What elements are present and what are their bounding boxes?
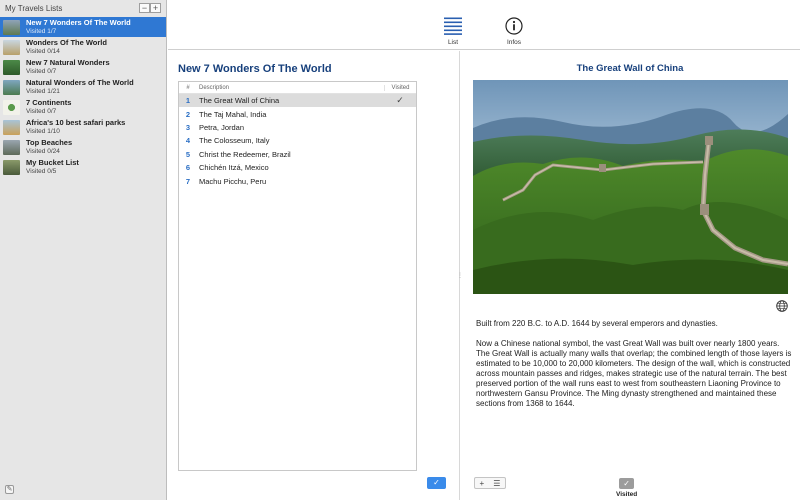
list-count: Visited 0/5	[26, 168, 57, 175]
toolbar: List Infos	[168, 0, 800, 50]
list-thumbnail	[3, 79, 20, 95]
row-number: 5	[185, 149, 191, 159]
table-row[interactable]: 7 Machu Picchu, Peru	[179, 174, 416, 187]
detail-pane: The Great Wall of China Built from 220 B…	[460, 51, 800, 500]
table-row[interactable]: 4 The Colosseum, Italy	[179, 134, 416, 147]
list-icon	[444, 16, 462, 36]
row-number: 4	[185, 136, 191, 146]
info-icon	[505, 16, 523, 36]
sidebar: My Travels Lists − + New 7 Wonders Of Th…	[0, 0, 167, 500]
travel-lists: New 7 Wonders Of The World Visited 1/7 Wo…	[0, 17, 166, 177]
visited-label: Visited	[616, 491, 638, 498]
list-thumbnail	[3, 19, 20, 35]
sidebar-item-wonders-of-the-world[interactable]: Wonders Of The World Visited 0/14	[0, 37, 166, 57]
row-description: Christ the Redeemer, Brazil	[199, 149, 291, 159]
sidebar-header: My Travels Lists − +	[0, 0, 166, 16]
list-thumbnail	[3, 119, 20, 135]
list-name: 7 Continents	[26, 98, 72, 107]
infos-label: Infos	[506, 39, 522, 46]
row-number: 7	[185, 176, 191, 186]
sidebar-item-7-continents[interactable]: 7 Continents Visited 0/7	[0, 97, 166, 117]
column-header-visited[interactable]: Visited	[384, 84, 416, 91]
list-view-button[interactable]: List	[436, 16, 470, 46]
table-row[interactable]: 6 Chichén Itzá, Mexico	[179, 161, 416, 174]
list-name: Africa's 10 best safari parks	[26, 118, 126, 127]
row-description: The Great Wall of China	[199, 96, 280, 106]
list-count: Visited 0/7	[26, 108, 57, 115]
sidebar-item-natural-wonders[interactable]: Natural Wonders of The World Visited 1/21	[0, 77, 166, 97]
column-header-number[interactable]: #	[179, 85, 197, 91]
table-row[interactable]: 3 Petra, Jordan	[179, 121, 416, 134]
sidebar-item-top-beaches[interactable]: Top Beaches Visited 0/24	[0, 137, 166, 157]
list-thumbnail	[3, 159, 20, 175]
table-row[interactable]: 1 The Great Wall of China ✓	[179, 94, 416, 108]
table-row[interactable]: 2 The Taj Mahal, India	[179, 107, 416, 120]
remove-list-button[interactable]: −	[139, 3, 150, 13]
list-count: Visited 1/10	[26, 128, 60, 135]
list-pane: New 7 Wonders Of The World # Description…	[168, 51, 456, 500]
edit-icon[interactable]: ✎	[5, 485, 14, 494]
list-name: New 7 Natural Wonders	[26, 58, 110, 67]
list-thumbnail	[3, 59, 20, 75]
list-name: Natural Wonders of The World	[26, 78, 134, 87]
wonders-table: # Description Visited 1 The Great Wall o…	[178, 81, 417, 471]
list-name: My Bucket List	[26, 158, 79, 167]
table-header: # Description Visited	[179, 82, 416, 94]
visited-check-icon[interactable]: ✓	[619, 478, 635, 489]
list-title: New 7 Wonders Of The World	[178, 63, 332, 75]
list-thumbnail	[3, 99, 20, 115]
list-name: Top Beaches	[26, 138, 73, 147]
row-number: 1	[185, 96, 191, 106]
sidebar-title: My Travels Lists	[5, 3, 63, 13]
list-thumbnail	[3, 39, 20, 55]
row-description: Machu Picchu, Peru	[199, 176, 267, 186]
row-description: The Taj Mahal, India	[199, 109, 267, 119]
row-description: Chichén Itzá, Mexico	[199, 163, 269, 173]
visited-check-icon[interactable]: ✓	[384, 95, 416, 106]
list-name: Wonders Of The World	[26, 38, 107, 47]
column-header-description[interactable]: Description	[197, 85, 384, 91]
wonder-description: Built from 220 B.C. to A.D. 1644 by seve…	[476, 319, 794, 419]
table-row[interactable]: 5 Christ the Redeemer, Brazil	[179, 148, 416, 161]
list-count: Visited 0/24	[26, 148, 60, 155]
list-count: Visited 1/7	[26, 28, 57, 35]
row-description: Petra, Jordan	[199, 122, 245, 132]
great-wall-photo	[473, 80, 788, 294]
visited-toggle[interactable]: ✓ Visited	[616, 478, 637, 498]
sidebar-item-new-7-natural-wonders[interactable]: New 7 Natural Wonders Visited 0/7	[0, 57, 166, 77]
list-count: Visited 1/21	[26, 88, 60, 95]
add-icon[interactable]: +	[480, 479, 485, 488]
add-list-button[interactable]: +	[150, 3, 161, 13]
description-summary: Built from 220 B.C. to A.D. 1644 by seve…	[476, 319, 718, 328]
sidebar-item-my-bucket-list[interactable]: My Bucket List Visited 0/5	[0, 157, 166, 177]
mark-visited-button[interactable]: ✓	[427, 477, 446, 489]
row-number: 2	[185, 109, 191, 119]
menu-icon[interactable]: ☰	[493, 479, 500, 488]
row-number: 6	[185, 163, 191, 173]
list-count: Visited 0/14	[26, 48, 60, 55]
row-number: 3	[185, 122, 191, 132]
description-body: Now a Chinese national symbol, the vast …	[476, 339, 792, 408]
row-description: The Colosseum, Italy	[199, 136, 270, 146]
infos-button[interactable]: Infos	[497, 16, 531, 46]
detail-title: The Great Wall of China	[576, 63, 684, 74]
list-name: New 7 Wonders Of The World	[26, 18, 131, 27]
list-count: Visited 0/7	[26, 68, 57, 75]
sidebar-item-new-7-wonders[interactable]: New 7 Wonders Of The World Visited 1/7	[0, 17, 166, 37]
sidebar-buttons: − +	[139, 3, 161, 13]
sidebar-item-africa-safari-parks[interactable]: Africa's 10 best safari parks Visited 1/1…	[0, 117, 166, 137]
list-view-label: List	[447, 39, 459, 46]
add-menu-control[interactable]: + ☰	[474, 477, 506, 489]
list-thumbnail	[3, 139, 20, 155]
globe-icon[interactable]	[776, 300, 788, 314]
